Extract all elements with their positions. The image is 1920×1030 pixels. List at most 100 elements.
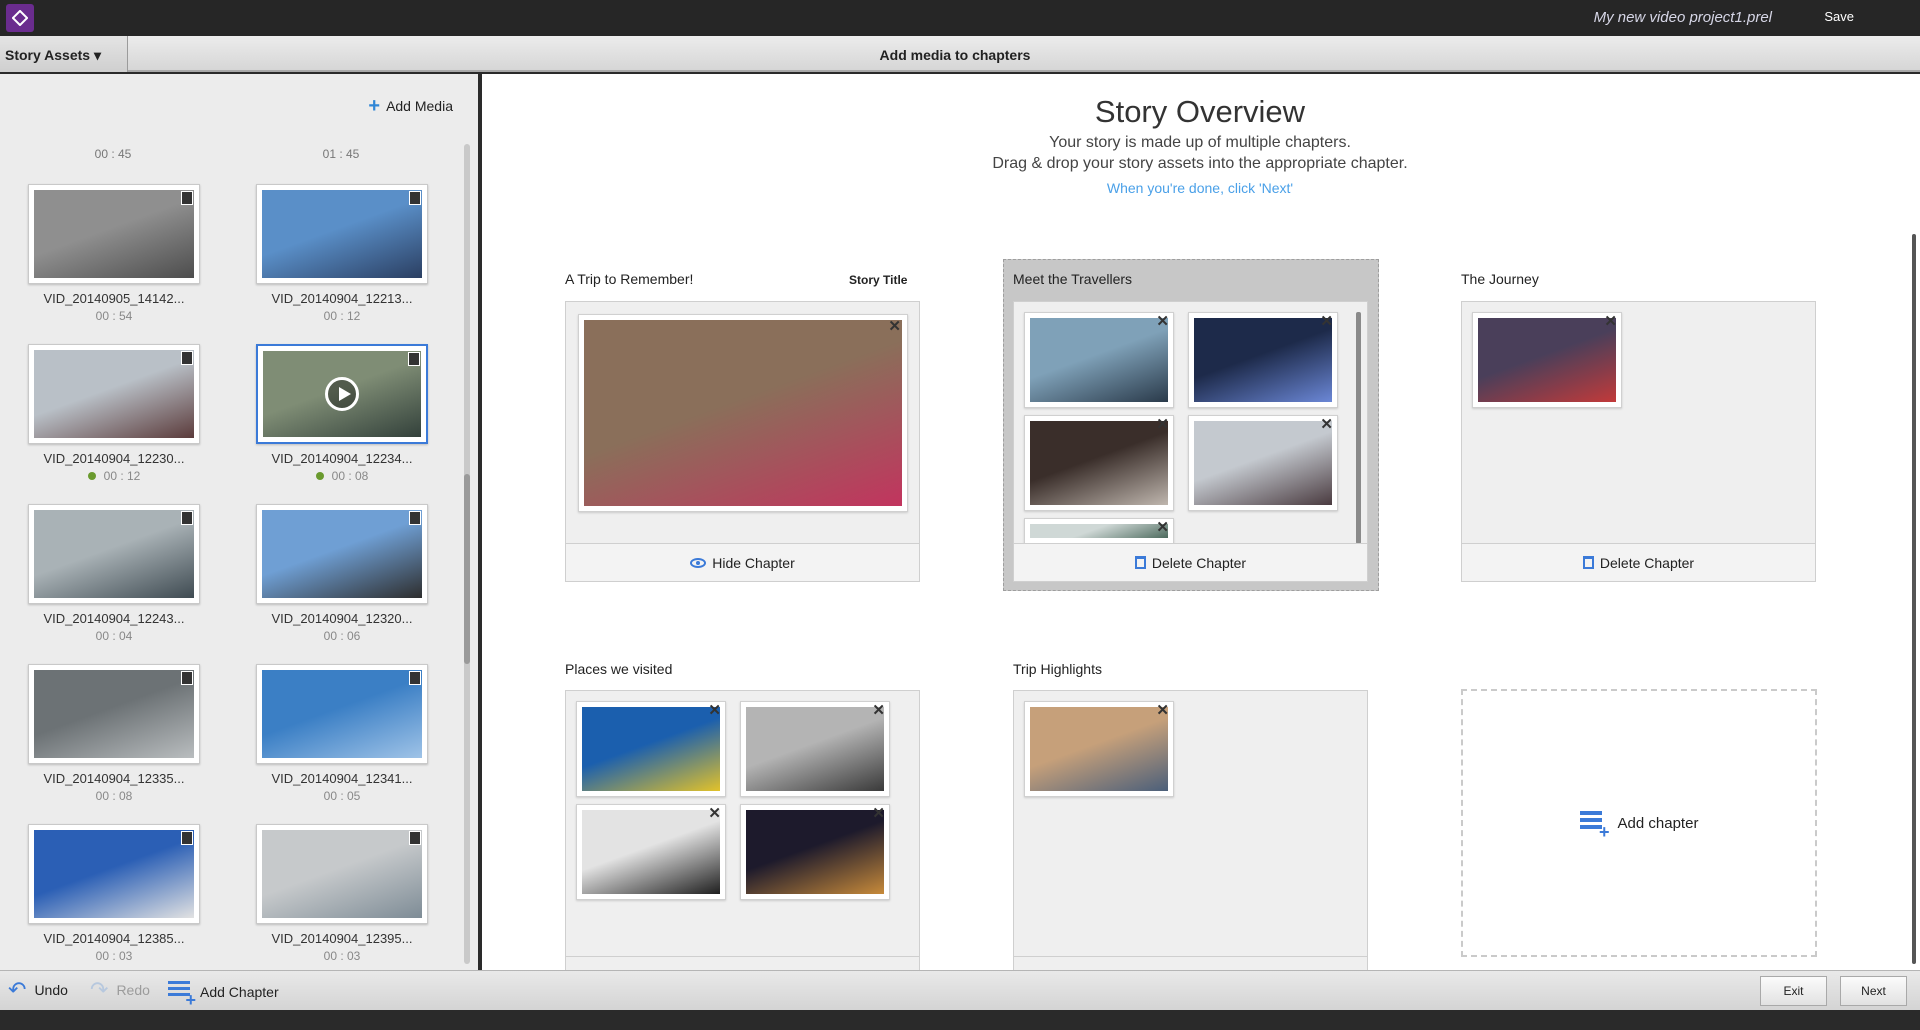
asset-item[interactable]: VID_20140904_12341... 00 : 05 bbox=[256, 664, 428, 803]
exit-button[interactable]: Exit bbox=[1760, 976, 1827, 1006]
save-button[interactable]: Save bbox=[1824, 9, 1854, 24]
asset-duration: 00 : 12 bbox=[323, 309, 361, 323]
asset-thumbnail-frame[interactable] bbox=[28, 184, 200, 284]
asset-thumbnail bbox=[34, 670, 194, 758]
close-icon[interactable]: ✕ bbox=[1156, 703, 1169, 719]
asset-duration: 00 : 54 bbox=[95, 309, 133, 323]
film-strip-icon bbox=[409, 671, 421, 685]
close-icon[interactable]: ✕ bbox=[888, 319, 901, 335]
close-icon[interactable]: ✕ bbox=[1604, 314, 1617, 330]
asset-item[interactable]: VID_20140904_12320... 00 : 06 bbox=[256, 504, 428, 643]
trash-icon bbox=[1134, 556, 1146, 569]
chapter-dropzone[interactable]: ✕ Delete Chapter bbox=[1461, 301, 1816, 582]
chapter-media-tile[interactable]: ✕ bbox=[1024, 518, 1174, 544]
asset-name: VID_20140904_12320... bbox=[271, 611, 413, 626]
asset-duration-row: 00 : 12 bbox=[256, 309, 428, 323]
undo-button[interactable]: ↶ Undo bbox=[8, 979, 68, 1001]
close-icon[interactable]: ✕ bbox=[1320, 417, 1333, 433]
story-subtitle: Drag & drop your story assets into the a… bbox=[992, 155, 1408, 172]
asset-item[interactable]: VID_20140905_14142... 00 : 54 bbox=[28, 184, 200, 323]
next-button[interactable]: Next bbox=[1840, 976, 1907, 1006]
close-icon[interactable]: ✕ bbox=[1156, 417, 1169, 433]
asset-thumbnail-frame[interactable] bbox=[256, 824, 428, 924]
chapter-footer-divider bbox=[1014, 956, 1367, 957]
chapter-media-tile[interactable]: ✕ bbox=[578, 314, 908, 512]
chapter-title[interactable]: The Journey bbox=[1461, 271, 1539, 287]
asset-name: VID_20140905_14142... bbox=[43, 291, 185, 306]
page-title: Add media to chapters bbox=[879, 47, 1031, 63]
asset-thumbnail-frame[interactable] bbox=[256, 344, 428, 444]
close-icon[interactable]: ✕ bbox=[1320, 314, 1333, 330]
redo-button[interactable]: ↷ Redo bbox=[90, 979, 150, 1001]
asset-item[interactable]: VID_20140904_12234... 00 : 08 bbox=[256, 344, 428, 483]
chapter-media-tile[interactable]: ✕ bbox=[1024, 312, 1174, 408]
play-icon[interactable] bbox=[325, 377, 359, 411]
story-hint: When you're done, click 'Next' bbox=[1106, 180, 1294, 196]
close-icon[interactable]: ✕ bbox=[708, 806, 721, 822]
asset-thumbnail-frame[interactable] bbox=[256, 504, 428, 604]
app-logo-icon bbox=[6, 4, 34, 32]
media-thumbnail bbox=[584, 320, 902, 506]
close-icon[interactable]: ✕ bbox=[708, 703, 721, 719]
story-assets-dropdown[interactable]: Story Assets ▾ bbox=[0, 36, 128, 72]
asset-thumbnail bbox=[34, 350, 194, 438]
delete-chapter-button[interactable]: Delete Chapter bbox=[1462, 543, 1815, 581]
asset-thumbnail-frame[interactable] bbox=[28, 664, 200, 764]
chapter-action-label: Delete Chapter bbox=[1599, 554, 1695, 571]
asset-item[interactable]: VID_20140904_12230... 00 : 12 bbox=[28, 344, 200, 483]
assets-scrollbar-thumb[interactable] bbox=[464, 474, 470, 664]
chapter-dropzone[interactable]: ✕ ✕ ✕ ✕ bbox=[565, 690, 920, 970]
media-thumbnail bbox=[1194, 318, 1332, 402]
asset-item[interactable]: VID_20140904_12335... 00 : 08 bbox=[28, 664, 200, 803]
chapter-media-tile[interactable]: ✕ bbox=[1472, 312, 1622, 408]
asset-thumbnail bbox=[262, 510, 422, 598]
asset-duration-row: 00 : 54 bbox=[28, 309, 200, 323]
chapter-dropzone[interactable]: ✕ bbox=[1013, 690, 1368, 970]
chapter-media-tile[interactable]: ✕ bbox=[576, 701, 726, 797]
media-thumbnail bbox=[1194, 421, 1332, 505]
hide-chapter-button[interactable]: Hide Chapter bbox=[566, 543, 919, 581]
chapter-title[interactable]: Meet the Travellers bbox=[1013, 271, 1132, 287]
asset-item[interactable]: VID_20140904_12385... 00 : 03 bbox=[28, 824, 200, 963]
asset-thumbnail-frame[interactable] bbox=[28, 824, 200, 924]
asset-thumbnail-frame[interactable] bbox=[256, 184, 428, 284]
chapter-media-tile[interactable]: ✕ bbox=[576, 804, 726, 900]
chapter-title[interactable]: Places we visited bbox=[565, 661, 672, 677]
chapter-media-tile[interactable]: ✕ bbox=[740, 701, 890, 797]
chapter-dropzone[interactable]: ✕ Hide Chapter bbox=[565, 301, 920, 582]
chapter-media-tile[interactable]: ✕ bbox=[1188, 312, 1338, 408]
asset-name: VID_20140904_12213... bbox=[271, 291, 413, 306]
chapter-media-tile[interactable]: ✕ bbox=[1024, 701, 1174, 797]
chapter-media-tile[interactable]: ✕ bbox=[1188, 415, 1338, 511]
chapter-action-label: Delete Chapter bbox=[1151, 554, 1247, 571]
chapter-action-label: Hide Chapter bbox=[712, 554, 795, 571]
close-icon[interactable]: ✕ bbox=[872, 703, 885, 719]
chapter-dropzone[interactable]: ✕ ✕ ✕ ✕ ✕ Delete Chapter bbox=[1013, 301, 1368, 582]
add-chapter-label: Add chapter bbox=[1617, 814, 1699, 832]
asset-duration: 00 : 45 bbox=[94, 147, 132, 161]
media-thumbnail bbox=[746, 707, 884, 791]
asset-thumbnail-frame[interactable] bbox=[256, 664, 428, 764]
add-chapter-dropzone[interactable]: + Add chapter bbox=[1461, 689, 1817, 957]
asset-name: VID_20140904_12230... bbox=[43, 451, 185, 466]
asset-thumbnail-frame[interactable] bbox=[28, 504, 200, 604]
story-overview-title: Story Overview bbox=[1094, 94, 1306, 129]
chapter-media-tile[interactable]: ✕ bbox=[1024, 415, 1174, 511]
chapter-title[interactable]: A Trip to Remember! bbox=[565, 271, 693, 287]
delete-chapter-button[interactable]: Delete Chapter bbox=[1014, 543, 1367, 581]
close-icon[interactable]: ✕ bbox=[1156, 520, 1169, 536]
chapter-scrollbar[interactable] bbox=[1356, 312, 1361, 544]
asset-item[interactable]: VID_20140904_12395... 00 : 03 bbox=[256, 824, 428, 963]
add-chapter-button[interactable]: + Add Chapter bbox=[168, 981, 279, 1009]
chapter-media-tile[interactable]: ✕ bbox=[740, 804, 890, 900]
asset-item[interactable]: VID_20140904_12213... 00 : 12 bbox=[256, 184, 428, 323]
asset-item[interactable]: VID_20140904_12243... 00 : 04 bbox=[28, 504, 200, 643]
close-icon[interactable]: ✕ bbox=[872, 806, 885, 822]
asset-thumbnail bbox=[34, 510, 194, 598]
chapter-title[interactable]: Trip Highlights bbox=[1013, 661, 1102, 677]
overview-scrollbar[interactable] bbox=[1912, 234, 1916, 964]
add-media-button[interactable]: + Add Media bbox=[368, 96, 453, 116]
asset-thumbnail-frame[interactable] bbox=[28, 344, 200, 444]
assets-scrollbar[interactable] bbox=[464, 144, 470, 964]
close-icon[interactable]: ✕ bbox=[1156, 314, 1169, 330]
